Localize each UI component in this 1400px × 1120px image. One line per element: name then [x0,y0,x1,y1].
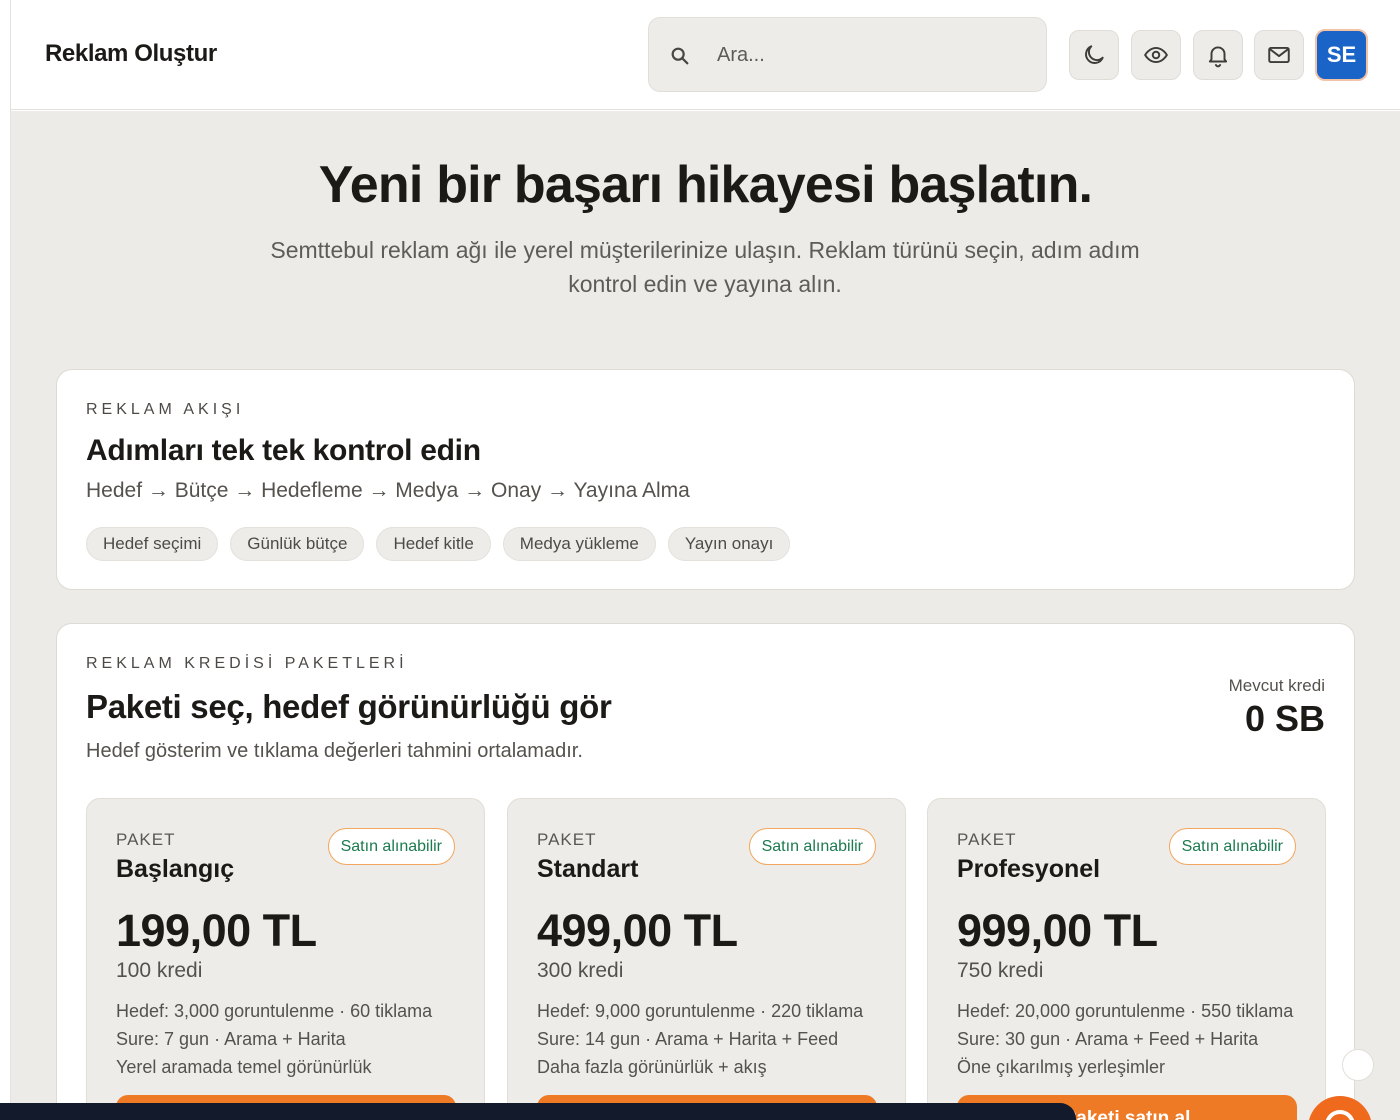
flow-eyebrow: REKLAM AKIŞI [86,401,245,418]
search-input[interactable] [717,38,1017,72]
chip-audience[interactable]: Hedef kitle [376,527,491,561]
package-credits: 300 kredi [537,959,624,982]
chip-goal[interactable]: Hedef seçimi [86,527,219,561]
package-card-standard[interactable]: PAKET Standart Satın alınabilir 499,00 T… [507,798,906,1120]
left-rail [0,0,11,1120]
ad-flow-card: REKLAM AKIŞI Adımları tek tek kontrol ed… [56,369,1355,590]
package-name: Standart [537,855,639,883]
top-bar: Reklam Oluştur SE [11,0,1400,110]
chip-budget[interactable]: Günlük bütçe [230,527,365,561]
package-price: 999,00 TL [957,905,1158,956]
status-badge: Satın alınabilir [327,828,455,865]
package-duration: Sure: 14 gun · Arama + Harita + Feed [537,1029,839,1049]
hero-title: Yeni bir başarı hikayesi başlatın. [318,156,1093,214]
package-name: Başlangıç [116,855,235,883]
search-icon [671,47,689,65]
theme-toggle-button[interactable] [1069,30,1119,80]
packages-title: Paketi seç, hedef görünürlüğü gör [86,688,612,725]
package-eyebrow: PAKET [537,830,597,849]
page-title: Reklam Oluştur [45,40,217,67]
mail-icon [1268,46,1290,64]
package-credits: 100 kredi [116,959,203,982]
package-eyebrow: PAKET [957,830,1017,849]
package-name: Profesyonel [957,855,1101,883]
package-note: Yerel aramada temel görünürlük [116,1057,372,1077]
package-card-starter[interactable]: PAKET Başlangıç Satın alınabilir 199,00 … [86,798,485,1120]
chip-approval[interactable]: Yayın onayı [667,527,791,561]
packages-description: Hedef gösterim ve tıklama değerleri tahm… [86,740,583,762]
status-badge: Satın alınabilir [1168,828,1296,865]
packages-eyebrow: REKLAM KREDİSİ PAKETLERİ [86,655,408,672]
credit-value: 0 SB [1244,698,1325,739]
package-duration: Sure: 7 gun · Arama + Harita [116,1029,346,1049]
messages-button[interactable] [1254,30,1304,80]
package-target: Hedef: 9,000 goruntulenme · 220 tiklama [537,1001,864,1021]
hero-subtitle: Semttebul reklam ağı ile yerel müşterile… [270,237,1140,297]
package-price: 499,00 TL [537,905,738,956]
package-price: 199,00 TL [116,905,317,956]
credit-label: Mevcut kredi [1228,676,1325,695]
package-eyebrow: PAKET [116,830,176,849]
preview-button[interactable] [1131,30,1181,80]
search-box[interactable] [648,17,1047,92]
package-card-professional[interactable]: PAKET Profesyonel Satın alınabilir 999,0… [927,798,1326,1120]
avatar[interactable]: SE [1315,29,1368,81]
package-target: Hedef: 3,000 goruntulenme · 60 tiklama [116,1001,433,1021]
bell-icon [1208,46,1228,68]
flow-steps: Hedef → Bütçe → Hedefleme → Medya → Onay… [86,479,690,502]
package-duration: Sure: 30 gun · Arama + Feed + Harita [957,1029,1259,1049]
status-badge: Satın alınabilir [748,828,876,865]
scroll-indicator[interactable] [1342,1049,1374,1081]
package-note: Öne çıkarılmış yerleşimler [957,1057,1166,1077]
eye-icon [1144,46,1168,64]
package-target: Hedef: 20,000 goruntulenme · 550 tiklama [957,1001,1294,1021]
package-credits: 750 kredi [957,959,1044,982]
moon-icon [1085,45,1104,64]
main-content: Yeni bir başarı hikayesi başlatın. Semtt… [11,111,1400,1120]
credit-packages-card: REKLAM KREDİSİ PAKETLERİ Paketi seç, hed… [56,623,1355,1120]
flow-chips: Hedef seçimi Günlük bütçe Hedef kitle Me… [86,527,791,561]
flow-title: Adımları tek tek kontrol edin [86,434,481,467]
notifications-button[interactable] [1193,30,1243,80]
notification-toast [0,1103,1076,1120]
chip-media[interactable]: Medya yükleme [502,527,656,561]
help-icon [1325,1110,1355,1120]
package-note: Daha fazla görünürlük + akış [537,1057,767,1077]
